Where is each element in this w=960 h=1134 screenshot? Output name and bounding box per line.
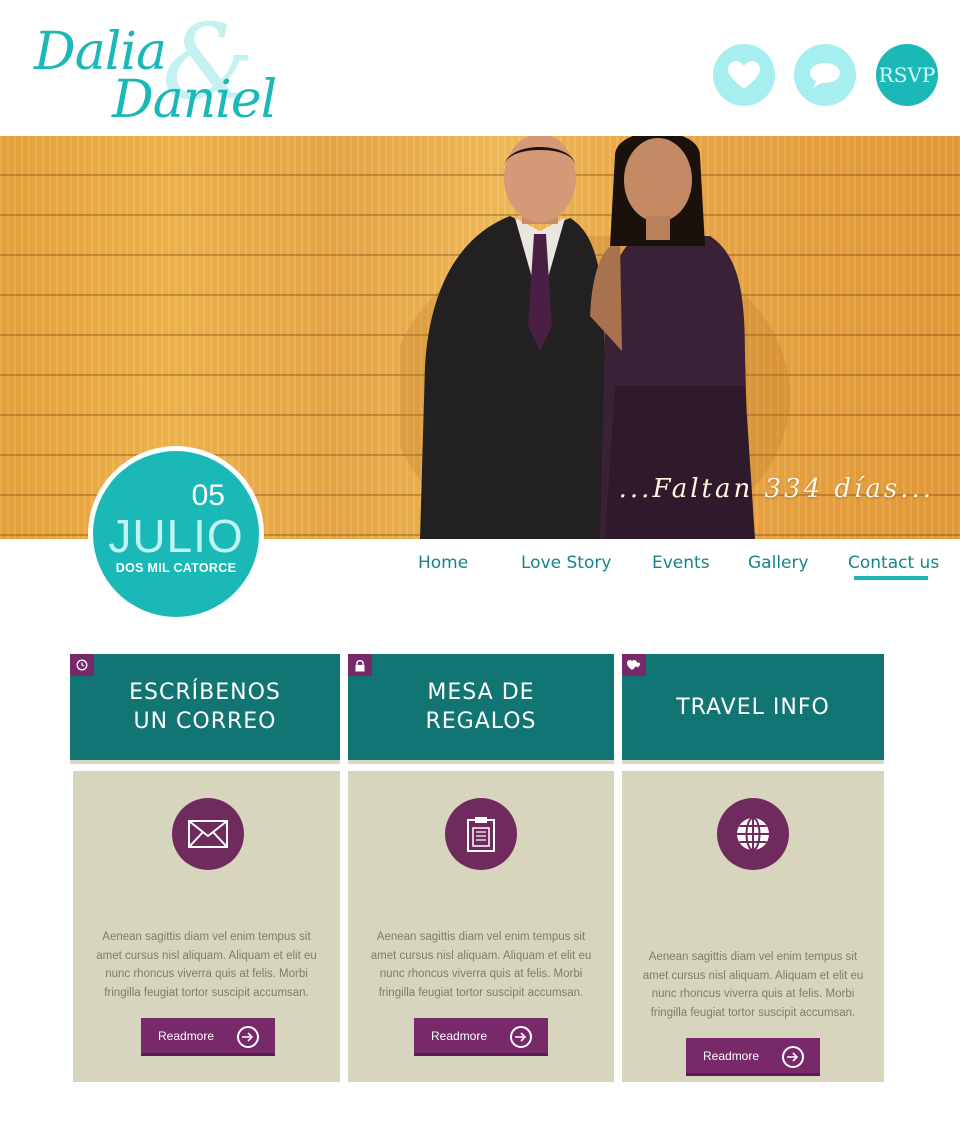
logo-name-second: Daniel xyxy=(112,70,277,130)
globe-icon xyxy=(717,798,789,870)
card-header-travel: TRAVEL INFO xyxy=(622,654,884,764)
card-body-email: Aenean sagittis diam vel enim tempus sit… xyxy=(73,771,340,1082)
envelope-icon xyxy=(172,798,244,870)
card-body-travel: Aenean sagittis diam vel enim tempus sit… xyxy=(622,771,884,1082)
clipboard-icon xyxy=(445,798,517,870)
readmore-button-email[interactable]: Readmore xyxy=(141,1018,275,1056)
chat-button[interactable] xyxy=(794,44,856,106)
card-text-travel: Aenean sagittis diam vel enim tempus sit… xyxy=(642,951,864,1019)
nav-love-story[interactable]: Love Story xyxy=(521,553,611,573)
card-title-email: ESCRÍBENOS UN CORREO xyxy=(129,680,281,734)
card-text-email: Aenean sagittis diam vel enim tempus sit… xyxy=(96,931,317,999)
hearts-icon xyxy=(622,654,646,676)
wedding-countdown: ...Faltan 334 días... xyxy=(618,474,934,504)
nav-home[interactable]: Home xyxy=(418,553,468,573)
card-text-gifts: Aenean sagittis diam vel enim tempus sit… xyxy=(370,931,592,999)
card-header-email: ESCRÍBENOS UN CORREO xyxy=(70,654,340,764)
nav-events[interactable]: Events xyxy=(652,553,710,573)
nav-active-indicator xyxy=(854,576,928,580)
card-body-gifts: Aenean sagittis diam vel enim tempus sit… xyxy=(348,771,614,1082)
readmore-button-travel[interactable]: Readmore xyxy=(686,1038,820,1076)
lock-icon xyxy=(348,654,372,676)
site-logo[interactable]: & Dalia Daniel xyxy=(34,10,314,130)
nav-gallery[interactable]: Gallery xyxy=(748,553,809,573)
main-nav: Home Love Story Events Gallery Contact u… xyxy=(0,553,960,593)
speech-bubble-icon xyxy=(810,63,840,88)
heart-button[interactable] xyxy=(713,44,775,106)
clock-icon xyxy=(70,654,94,676)
date-day: 05 xyxy=(191,479,225,512)
readmore-button-gifts[interactable]: Readmore xyxy=(414,1018,548,1056)
heart-icon xyxy=(728,61,760,89)
arrow-right-icon xyxy=(782,1046,804,1068)
wedding-date-badge: 05 JULIO DOS MIL CATORCE xyxy=(88,446,264,622)
card-title-gifts: MESA DE REGALOS xyxy=(425,680,537,734)
arrow-right-icon xyxy=(237,1026,259,1048)
card-header-gifts: MESA DE REGALOS xyxy=(348,654,614,764)
arrow-right-icon xyxy=(510,1026,532,1048)
nav-contact-us[interactable]: Contact us xyxy=(848,553,939,573)
rsvp-button[interactable]: RSVP xyxy=(876,44,938,106)
card-title-travel: TRAVEL INFO xyxy=(676,694,830,720)
